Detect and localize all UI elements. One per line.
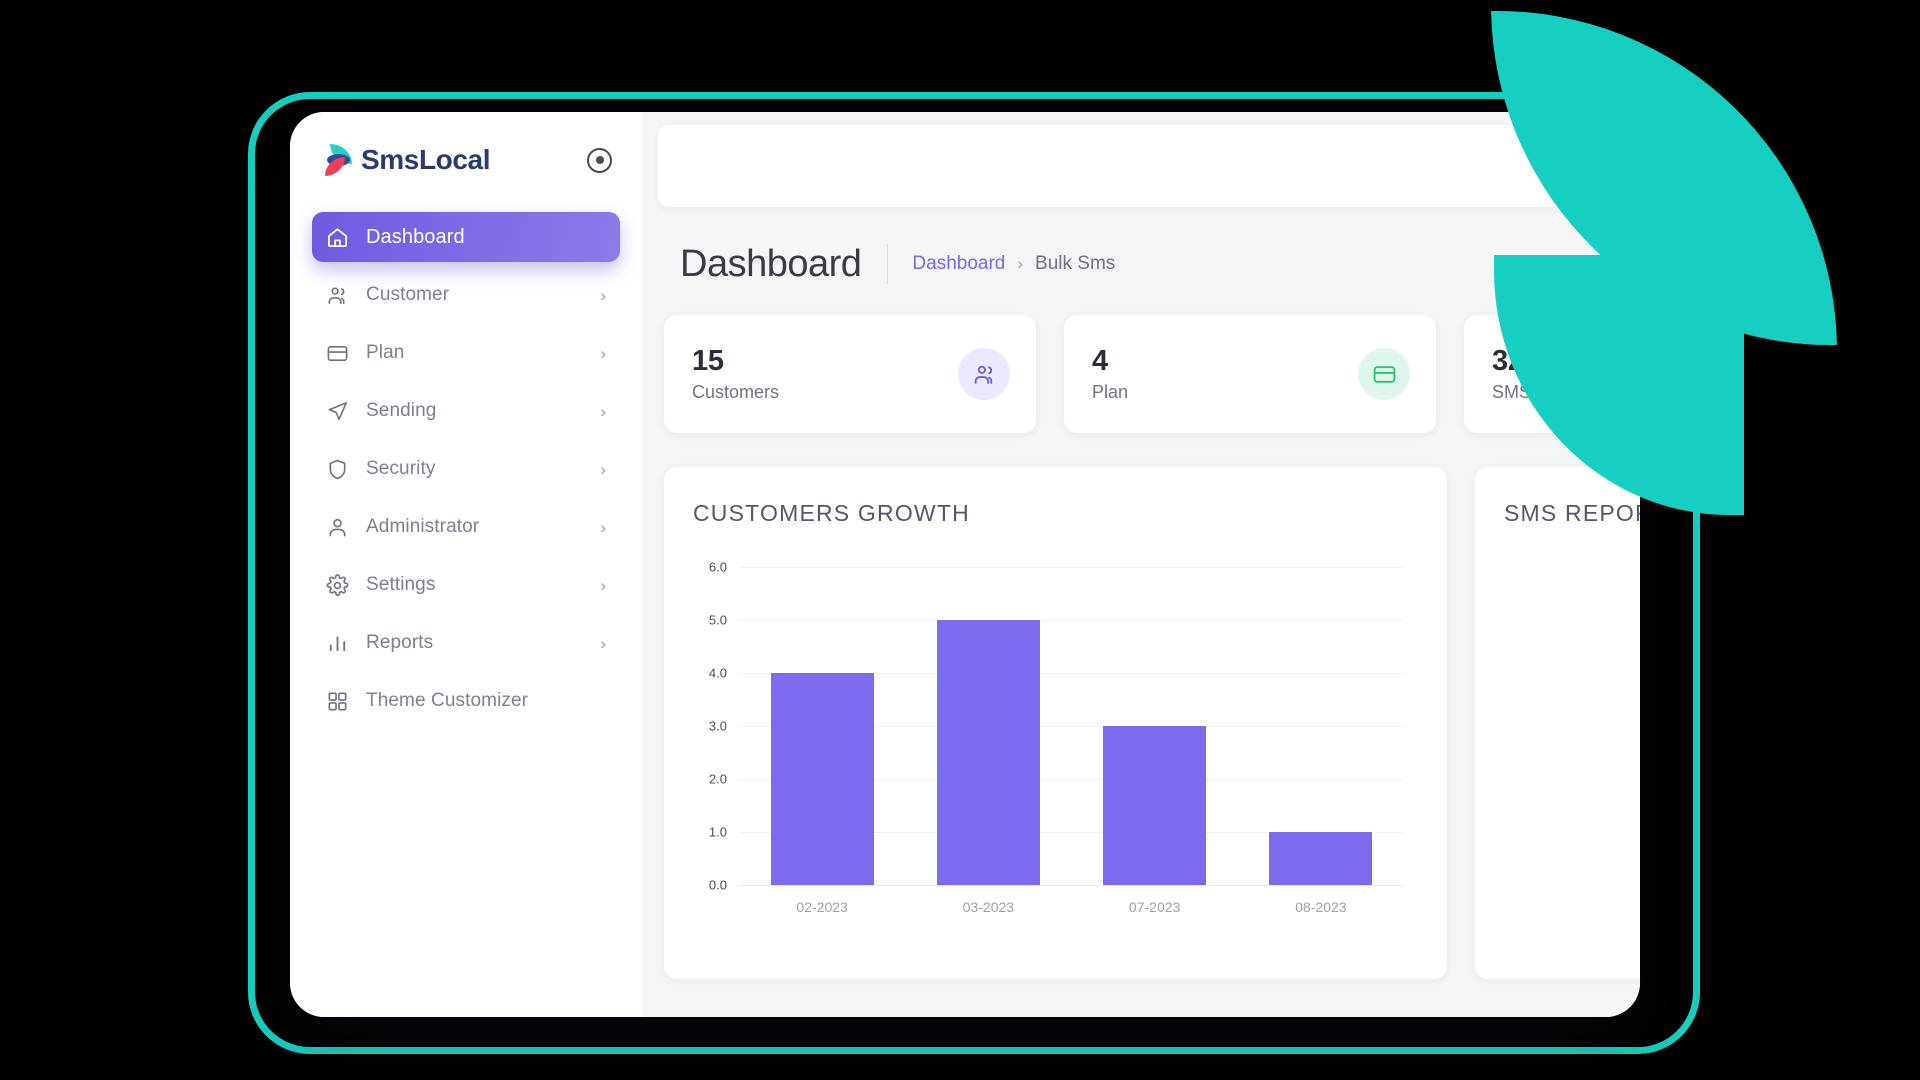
card-icon (324, 340, 350, 366)
sidebar-item-sending[interactable]: Sending › (312, 386, 620, 436)
users-icon (324, 282, 350, 308)
sidebar-item-label: Plan (366, 342, 405, 363)
breadcrumb-divider (887, 244, 889, 284)
sidebar-item-dashboard[interactable]: Dashboard (312, 212, 620, 262)
sidebar-item-reports[interactable]: Reports › (312, 618, 620, 668)
chart-bar[interactable] (1103, 726, 1207, 885)
sidebar-item-label: Dashboard (366, 225, 465, 248)
y-axis-tick: 3.0 (708, 718, 727, 734)
panel-title: CUSTOMERS GROWTH (693, 500, 970, 526)
chevron-right-icon: › (600, 575, 606, 595)
page-title: Dashboard (680, 242, 862, 285)
sidebar-item-security[interactable]: Security › (312, 444, 620, 494)
sidebar-item-label: Theme Customizer (366, 690, 529, 711)
shield-icon (324, 456, 350, 482)
stat-value: 4 (1092, 345, 1108, 378)
chevron-right-icon: › (600, 459, 606, 479)
sms-report-panel: SMS REPORT (1475, 467, 1640, 979)
y-axis-tick: 1.0 (708, 824, 727, 840)
app-window: SmsLocal Dashboard Customer › Plan › Sen… (290, 112, 1640, 1017)
chevron-right-icon: › (600, 517, 606, 537)
chart-bar[interactable] (770, 673, 874, 885)
brand-name: SmsLocal (361, 144, 491, 175)
stat-value: 15 (692, 345, 724, 378)
bar-cell (905, 567, 1071, 885)
sidebar: SmsLocal Dashboard Customer › Plan › Sen… (290, 112, 642, 1017)
users-icon (958, 348, 1010, 400)
x-axis-tick: 07-2023 (1128, 899, 1181, 915)
screenshot-stage: SmsLocal Dashboard Customer › Plan › Sen… (0, 0, 1920, 1080)
gear-icon (324, 572, 350, 598)
send-icon (324, 398, 350, 424)
chevron-right-icon: › (600, 401, 606, 421)
grid-icon (324, 688, 350, 714)
sidebar-nav: Dashboard Customer › Plan › Sending › Se… (290, 208, 642, 726)
dot-circle-icon[interactable] (587, 147, 612, 173)
chart-bar[interactable] (1269, 832, 1373, 885)
y-axis-tick: 0.0 (708, 877, 727, 893)
chevron-right-icon: › (1017, 254, 1024, 273)
y-axis-tick: 5.0 (708, 612, 727, 628)
sidebar-item-label: Sending (366, 400, 437, 421)
smslocal-leaf-logo-icon (324, 144, 354, 176)
chart-x-labels: 02-2023 03-2023 07-2023 08-2023 (739, 899, 1404, 915)
user-icon (324, 514, 350, 540)
topbar (658, 125, 1624, 207)
stat-label: Plan (1092, 381, 1129, 402)
stat-card-plan[interactable]: 4 Plan (1064, 315, 1436, 433)
chart-bar[interactable] (936, 620, 1040, 885)
sidebar-item-theme-customizer[interactable]: Theme Customizer (312, 676, 620, 726)
y-axis-tick: 4.0 (708, 665, 727, 681)
panels-row: CUSTOMERS GROWTH 0.0 1.0 2.0 3.0 4.0 5.0… (664, 467, 1640, 979)
bar-cell (1238, 567, 1404, 885)
sidebar-item-customer[interactable]: Customer › (312, 270, 620, 320)
sidebar-item-label: Security (366, 458, 436, 479)
x-axis-tick: 08-2023 (1295, 899, 1347, 915)
chevron-right-icon: › (600, 343, 606, 363)
sidebar-item-label: Settings (366, 574, 436, 595)
chevron-right-icon: › (600, 285, 606, 305)
chevron-right-icon: › (600, 633, 606, 653)
brand-header: SmsLocal (290, 112, 642, 208)
stat-cards: 15 Customers 4 Plan SMS (664, 315, 1640, 433)
gridline-baseline (739, 885, 1404, 886)
home-icon (324, 224, 350, 250)
x-axis-tick: 03-2023 (962, 899, 1015, 915)
main-content: Dashboard Dashboard › Bulk Sms 15 Custom… (642, 112, 1640, 1017)
card-icon (1358, 348, 1410, 400)
sidebar-item-label: Reports (366, 632, 434, 653)
bar-chart-icon (324, 630, 350, 656)
stat-label: Customers (692, 381, 780, 402)
y-axis-tick: 2.0 (708, 771, 727, 787)
sidebar-item-administrator[interactable]: Administrator › (312, 502, 620, 552)
breadcrumb: Dashboard › Bulk Sms (912, 253, 1115, 275)
stat-card-customers[interactable]: 15 Customers (664, 315, 1036, 433)
breadcrumb-current: Bulk Sms (1035, 253, 1116, 274)
chart-bars (739, 567, 1404, 885)
bar-cell (739, 567, 905, 885)
sidebar-item-settings[interactable]: Settings › (312, 560, 620, 610)
customers-growth-chart: 0.0 1.0 2.0 3.0 4.0 5.0 6.0 02-2023 03-2… (664, 560, 1447, 951)
sidebar-item-label: Administrator (366, 516, 480, 537)
bar-cell (1072, 567, 1238, 885)
x-axis-tick: 02-2023 (796, 899, 848, 915)
y-axis-tick: 6.0 (708, 559, 727, 575)
chart-plot-area: 0.0 1.0 2.0 3.0 4.0 5.0 6.0 (709, 560, 1404, 893)
breadcrumb-link-dashboard[interactable]: Dashboard (912, 253, 1005, 275)
customers-growth-panel: CUSTOMERS GROWTH 0.0 1.0 2.0 3.0 4.0 5.0… (664, 467, 1447, 979)
sidebar-item-plan[interactable]: Plan › (312, 328, 620, 378)
sidebar-item-label: Customer (366, 284, 450, 305)
